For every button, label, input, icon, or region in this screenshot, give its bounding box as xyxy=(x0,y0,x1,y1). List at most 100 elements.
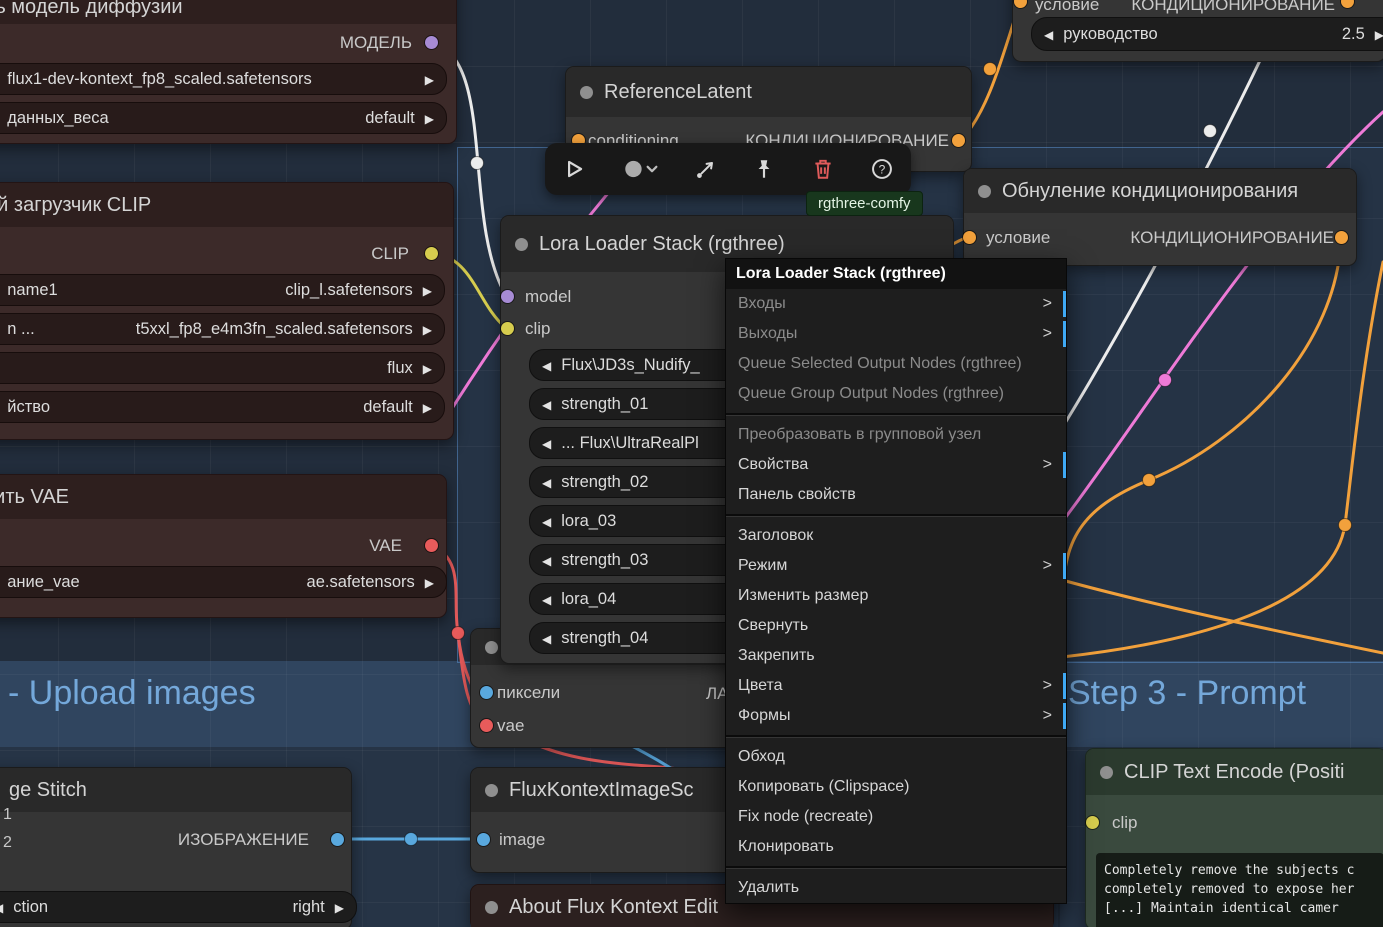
node-flux-kontext-image-scale[interactable]: FluxKontextImageSc image xyxy=(470,767,744,873)
menu-item-remove[interactable]: Удалить xyxy=(726,873,1066,903)
node-collapse-dot[interactable] xyxy=(485,900,498,914)
combo-right-arrow-icon[interactable] xyxy=(423,359,432,378)
widget-direction[interactable]: ction right xyxy=(0,891,357,923)
menu-item-fix-node[interactable]: Fix node (recreate) xyxy=(726,802,1066,832)
node-header[interactable]: ить модель диффузии xyxy=(0,0,456,24)
combo-left-arrow-icon[interactable] xyxy=(542,512,551,531)
run-icon[interactable] xyxy=(562,157,586,181)
node-title: Обнуление кондиционирования xyxy=(1002,179,1299,202)
widget-value: Flux\JD3s_Nudify_ xyxy=(561,355,700,374)
menu-item-colors[interactable]: Цвета xyxy=(726,671,1066,701)
menu-item-properties[interactable]: Свойства xyxy=(726,450,1066,480)
node-header[interactable]: FluxKontextImageSc xyxy=(471,768,743,812)
output-label: CLIP xyxy=(371,244,409,263)
prompt-textarea[interactable]: Completely remove the subjects c complet… xyxy=(1096,853,1383,927)
menu-item-mode[interactable]: Режим xyxy=(726,551,1066,581)
node-header[interactable]: узить VAE xyxy=(0,475,446,519)
menu-item-queue-selected[interactable]: Queue Selected Output Nodes (rgthree) xyxy=(726,349,1066,379)
combo-right-arrow-icon[interactable] xyxy=(335,898,344,917)
group-title-upload[interactable]: - Upload images xyxy=(8,674,256,713)
help-icon[interactable]: ? xyxy=(870,157,894,181)
port-clip-input[interactable] xyxy=(501,322,514,335)
output-label: МОДЕЛЬ xyxy=(339,33,412,52)
port-model-output[interactable] xyxy=(425,36,438,49)
menu-item-title[interactable]: Заголовок xyxy=(726,521,1066,551)
node-flux-guidance[interactable]: условие КОНДИЦИОНИРОВАНИЕ руководство 2.… xyxy=(1012,0,1383,62)
combo-left-arrow-icon[interactable] xyxy=(542,551,551,570)
combo-left-arrow-icon[interactable] xyxy=(542,473,551,492)
combo-right-arrow-icon[interactable] xyxy=(425,573,434,592)
node-image-stitch[interactable]: ge Stitch 1 2 ИЗОБРАЖЕНИЕ ction right xyxy=(0,767,357,927)
node-header[interactable]: Обнуление кондиционирования xyxy=(964,169,1356,213)
menu-item-shapes[interactable]: Формы xyxy=(726,701,1066,731)
menu-item-queue-group[interactable]: Queue Group Output Nodes (rgthree) xyxy=(726,379,1066,409)
port-image-input[interactable] xyxy=(477,833,490,846)
connection-arrow-icon[interactable] xyxy=(694,157,718,181)
node-header[interactable]: ge Stitch xyxy=(0,768,351,812)
widget-weight-dtype[interactable]: данных_веса default xyxy=(0,102,447,134)
node-load-vae[interactable]: узить VAE VAE ание_vae ae.safetensors xyxy=(0,474,447,618)
menu-item-collapse[interactable]: Свернуть xyxy=(726,611,1066,641)
widget-clip-name1[interactable]: name1 clip_l.safetensors xyxy=(0,274,445,306)
menu-item-bypass[interactable]: Обход xyxy=(726,742,1066,772)
combo-right-arrow-icon[interactable] xyxy=(423,281,432,300)
node-conditioning-zero-out[interactable]: Обнуление кондиционирования условие КОНД… xyxy=(963,168,1357,266)
node-load-diffusion[interactable]: ить модель диффузии МОДЕЛЬ flux1-dev-kon… xyxy=(0,0,457,144)
port-vae-input[interactable] xyxy=(480,719,493,732)
port-pixels-input[interactable] xyxy=(480,686,493,699)
combo-left-arrow-icon[interactable] xyxy=(0,898,3,917)
combo-left-arrow-icon[interactable] xyxy=(542,356,551,375)
pin-icon[interactable] xyxy=(752,157,776,181)
combo-right-arrow-icon[interactable] xyxy=(423,320,432,339)
combo-left-arrow-icon[interactable] xyxy=(542,434,551,453)
trash-icon[interactable] xyxy=(811,157,835,181)
group-title-prompt[interactable]: Step 3 - Prompt xyxy=(1068,674,1306,713)
widget-clip-type[interactable]: flux xyxy=(0,352,445,384)
port-vae-output[interactable] xyxy=(425,539,438,552)
widget-clip-name2[interactable]: n ... t5xxl_fp8_e4m3fn_scaled.safetensor… xyxy=(0,313,445,345)
node-header[interactable]: ReferenceLatent xyxy=(566,67,971,117)
combo-right-arrow-icon[interactable] xyxy=(423,398,432,417)
combo-left-arrow-icon[interactable] xyxy=(1044,25,1053,44)
node-header[interactable]: CLIP Text Encode (Positi xyxy=(1086,749,1383,795)
combo-left-arrow-icon[interactable] xyxy=(542,395,551,414)
widget-unet-name[interactable]: flux1-dev-kontext_fp8_scaled.safetensors xyxy=(0,63,447,95)
port-model-input[interactable] xyxy=(501,290,514,303)
reroute-dot-white-2[interactable] xyxy=(1203,124,1217,138)
reroute-dot-orange-1[interactable] xyxy=(983,62,997,76)
menu-item-inputs[interactable]: Входы xyxy=(726,289,1066,319)
widget-clip-device[interactable]: йство default xyxy=(0,391,445,423)
widget-vae-name[interactable]: ание_vae ae.safetensors xyxy=(0,566,447,598)
node-collapse-dot[interactable] xyxy=(1100,765,1113,779)
port-conditioning-output[interactable] xyxy=(952,134,965,147)
port-clip-input[interactable] xyxy=(1086,816,1099,829)
node-header[interactable]: ной загрузчик CLIP xyxy=(0,183,453,227)
menu-item-copy-clipspace[interactable]: Копировать (Clipspace) xyxy=(726,772,1066,802)
node-collapse-dot[interactable] xyxy=(580,85,593,99)
node-clip-text-encode[interactable]: CLIP Text Encode (Positi clip Completely… xyxy=(1085,748,1383,927)
combo-right-arrow-icon[interactable] xyxy=(1375,25,1383,44)
combo-right-arrow-icon[interactable] xyxy=(425,109,434,128)
mode-circle-icon[interactable] xyxy=(621,157,659,181)
menu-item-clone[interactable]: Клонировать xyxy=(726,832,1066,862)
menu-item-outputs[interactable]: Выходы xyxy=(726,319,1066,349)
port-conditioning-input[interactable] xyxy=(963,231,976,244)
combo-left-arrow-icon[interactable] xyxy=(542,590,551,609)
combo-right-arrow-icon[interactable] xyxy=(425,70,434,89)
menu-item-convert-group[interactable]: Преобразовать в групповой узел xyxy=(726,420,1066,450)
node-collapse-dot[interactable] xyxy=(515,237,528,251)
menu-item-pin[interactable]: Закрепить xyxy=(726,641,1066,671)
port-clip-output[interactable] xyxy=(425,247,438,260)
graph-canvas[interactable]: - Upload images Step 3 - Prompt пиксели … xyxy=(0,0,1383,927)
widget-guidance[interactable]: руководство 2.5 xyxy=(1031,17,1383,51)
port-conditioning-output[interactable] xyxy=(1335,231,1348,244)
port-image-output[interactable] xyxy=(331,833,344,846)
node-collapse-dot[interactable] xyxy=(485,783,498,797)
output-row-image: ИЗОБРАЖЕНИЕ xyxy=(0,828,351,852)
node-dual-clip-loader[interactable]: ной загрузчик CLIP CLIP name1 clip_l.saf… xyxy=(0,182,454,440)
node-collapse-dot[interactable] xyxy=(978,184,991,198)
node-collapse-dot[interactable] xyxy=(485,640,498,654)
combo-left-arrow-icon[interactable] xyxy=(542,629,551,648)
menu-item-properties-panel[interactable]: Панель свойств xyxy=(726,480,1066,510)
menu-item-resize[interactable]: Изменить размер xyxy=(726,581,1066,611)
